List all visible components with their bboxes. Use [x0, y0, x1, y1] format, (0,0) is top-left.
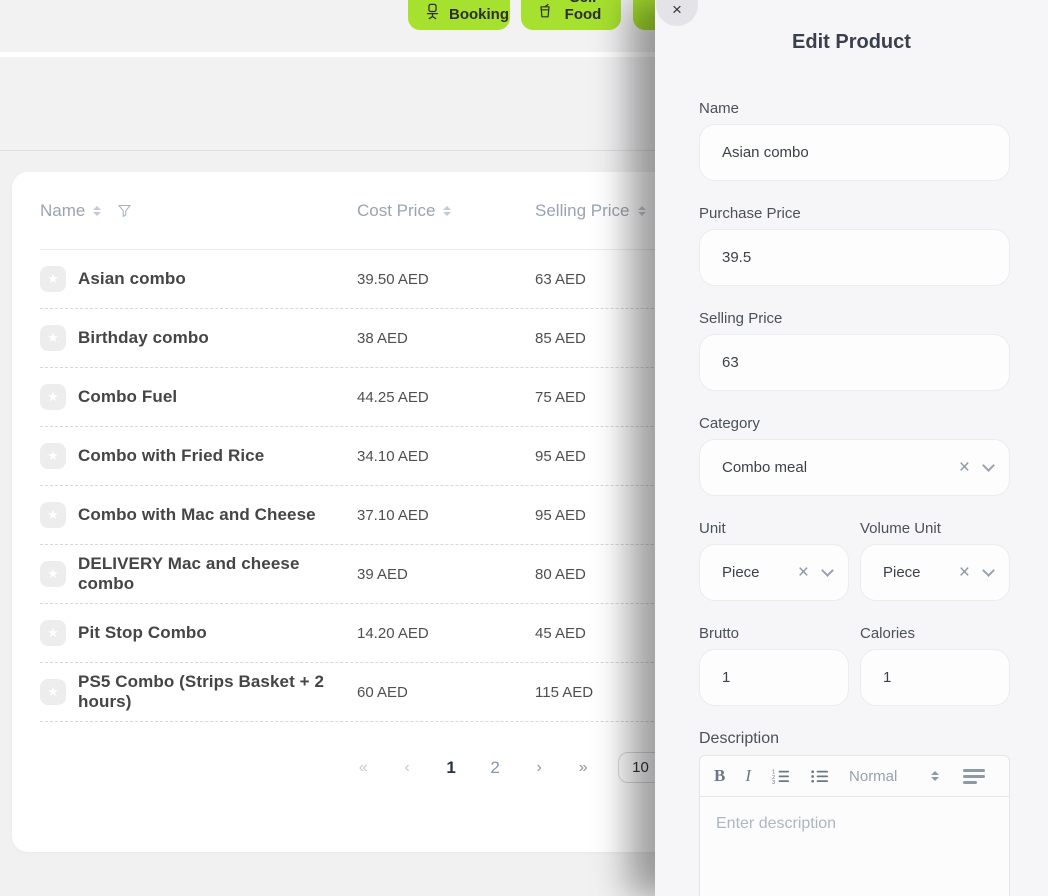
editor-toolbar: B I 123 Normal — [700, 756, 1009, 797]
product-name: DELIVERY Mac and cheese combo — [78, 554, 357, 594]
purchase-price-field-label: Purchase Price — [699, 205, 1010, 222]
description-editor: B I 123 Normal Enter description — [699, 755, 1010, 896]
star-icon: ★ — [47, 330, 59, 345]
sell-food-button[interactable]: Sell Food — [521, 0, 621, 30]
italic-button[interactable]: I — [745, 766, 751, 786]
product-name: Combo Fuel — [78, 387, 177, 407]
cost-price-cell: 34.10 AED — [357, 448, 535, 465]
format-select-value: Normal — [849, 768, 897, 785]
ordered-list-icon[interactable]: 123 — [771, 767, 790, 786]
cost-price-cell: 14.20 AED — [357, 625, 535, 642]
pagination-next-button[interactable]: › — [530, 759, 548, 777]
favorite-star-button[interactable]: ★ — [40, 561, 66, 587]
clear-icon[interactable]: × — [959, 563, 970, 582]
unit-select[interactable]: Piece × — [699, 544, 849, 601]
favorite-star-button[interactable]: ★ — [40, 502, 66, 528]
cost-price-cell: 39.50 AED — [357, 271, 535, 288]
sort-icon — [638, 206, 646, 216]
selling-price-input[interactable] — [699, 334, 1010, 391]
calories-input[interactable] — [860, 649, 1010, 706]
align-icon[interactable] — [963, 769, 985, 784]
pagination-prev-button[interactable]: ‹ — [398, 759, 416, 777]
cost-price-cell: 44.25 AED — [357, 389, 535, 406]
svg-text:3: 3 — [772, 780, 775, 786]
favorite-star-button[interactable]: ★ — [40, 325, 66, 351]
category-select-value: Combo meal — [722, 459, 959, 476]
category-field-label: Category — [699, 415, 1010, 432]
favorite-star-button[interactable]: ★ — [40, 384, 66, 410]
chevron-down-icon — [821, 564, 834, 577]
chevron-down-icon — [982, 459, 995, 472]
favorite-star-button[interactable]: ★ — [40, 443, 66, 469]
chevron-down-icon — [982, 564, 995, 577]
cost-price-cell: 60 AED — [357, 684, 535, 701]
sell-food-button-label: Sell Food — [561, 0, 605, 23]
product-name: Combo with Mac and Cheese — [78, 505, 316, 525]
pagination-first-button[interactable]: « — [354, 759, 372, 777]
volume-unit-select-value: Piece — [883, 564, 959, 581]
cost-price-cell: 39 AED — [357, 566, 535, 583]
cost-price-cell: 38 AED — [357, 330, 535, 347]
product-name: Birthday combo — [78, 328, 209, 348]
name-input[interactable] — [699, 124, 1010, 181]
format-select-arrows-icon — [931, 771, 939, 781]
chair-icon — [424, 3, 441, 23]
product-name: Combo with Fried Rice — [78, 446, 264, 466]
format-select[interactable]: Normal — [849, 768, 939, 785]
bullet-list-icon[interactable] — [810, 767, 829, 786]
star-icon: ★ — [47, 625, 59, 640]
name-field-label: Name — [699, 100, 1010, 117]
bold-button[interactable]: B — [714, 766, 725, 786]
sort-icon — [93, 206, 101, 216]
close-drawer-button[interactable]: × — [656, 0, 698, 26]
column-header-cost[interactable]: Cost Price — [357, 201, 535, 221]
drawer-title: Edit Product — [655, 31, 1048, 54]
star-icon: ★ — [47, 389, 59, 404]
cup-icon — [537, 3, 553, 23]
sort-icon — [443, 206, 451, 216]
product-name: Pit Stop Combo — [78, 623, 207, 643]
calories-field-label: Calories — [860, 625, 1010, 642]
favorite-star-button[interactable]: ★ — [40, 266, 66, 292]
star-icon: ★ — [47, 566, 59, 581]
brutto-input[interactable] — [699, 649, 849, 706]
cost-price-cell: 37.10 AED — [357, 507, 535, 524]
page-size-value: 10 — [632, 759, 649, 776]
favorite-star-button[interactable]: ★ — [40, 679, 66, 705]
unit-select-value: Piece — [722, 564, 798, 581]
favorite-star-button[interactable]: ★ — [40, 620, 66, 646]
description-input[interactable]: Enter description — [700, 797, 1009, 896]
clear-icon[interactable]: × — [798, 563, 809, 582]
brutto-field-label: Brutto — [699, 625, 849, 642]
edit-product-form: Name Purchase Price Selling Price Catego… — [699, 100, 1010, 896]
category-select[interactable]: Combo meal × — [699, 439, 1010, 496]
edit-product-drawer: × Edit Product Name Purchase Price Selli… — [655, 0, 1048, 896]
clear-icon[interactable]: × — [959, 458, 970, 477]
pagination-last-button[interactable]: » — [574, 759, 592, 777]
star-icon: ★ — [47, 448, 59, 463]
column-header-cost-label: Cost Price — [357, 201, 435, 221]
volume-unit-select[interactable]: Piece × — [860, 544, 1010, 601]
column-header-selling-label: Selling Price — [535, 201, 630, 221]
description-field-label: Description — [699, 730, 1010, 748]
pagination-page-2[interactable]: 2 — [486, 758, 504, 778]
volume-unit-field-label: Volume Unit — [860, 520, 1010, 537]
filter-icon[interactable] — [117, 203, 132, 218]
column-header-name[interactable]: Name — [40, 201, 357, 221]
booking-button-label: Booking — [449, 6, 509, 23]
product-name: PS5 Combo (Strips Basket + 2 hours) — [78, 672, 357, 712]
booking-button[interactable]: Booking — [408, 0, 510, 30]
selling-price-field-label: Selling Price — [699, 310, 1010, 327]
description-placeholder: Enter description — [716, 815, 836, 832]
purchase-price-input[interactable] — [699, 229, 1010, 286]
pagination-page-1[interactable]: 1 — [442, 758, 460, 778]
star-icon: ★ — [47, 507, 59, 522]
product-name: Asian combo — [78, 269, 186, 289]
star-icon: ★ — [47, 271, 59, 286]
column-header-name-label: Name — [40, 201, 85, 221]
close-icon: × — [672, 0, 682, 20]
star-icon: ★ — [47, 684, 59, 699]
unit-field-label: Unit — [699, 520, 849, 537]
